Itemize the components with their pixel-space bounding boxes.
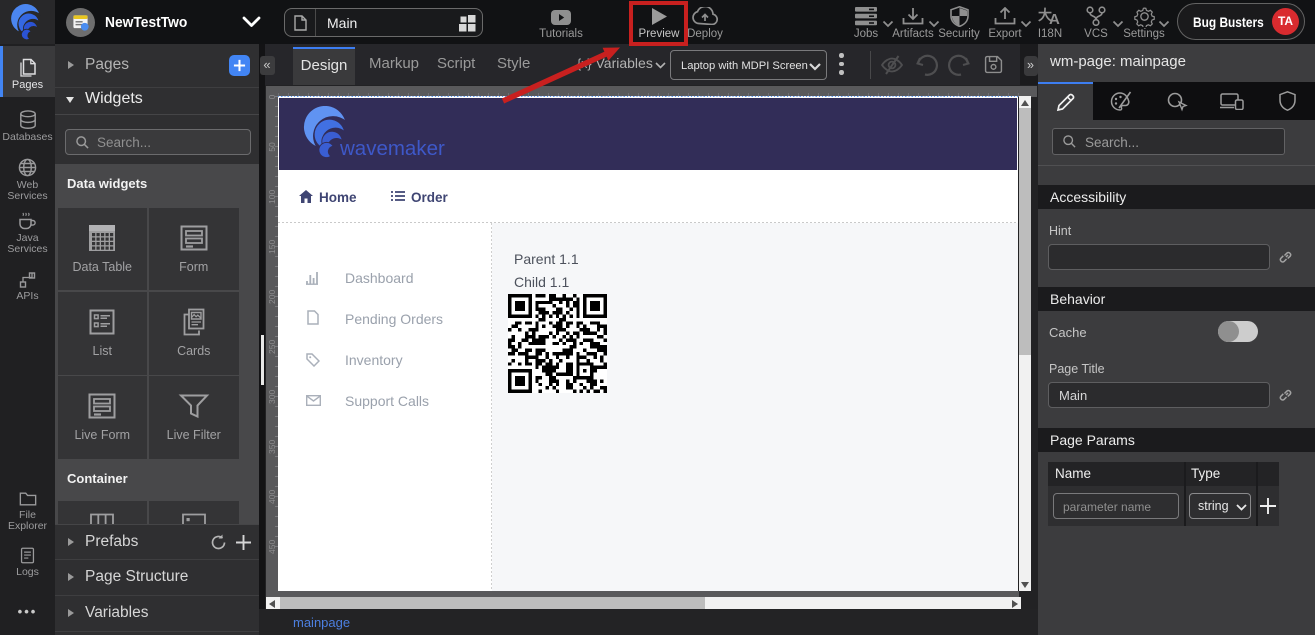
svg-text:A: A	[1049, 11, 1060, 25]
